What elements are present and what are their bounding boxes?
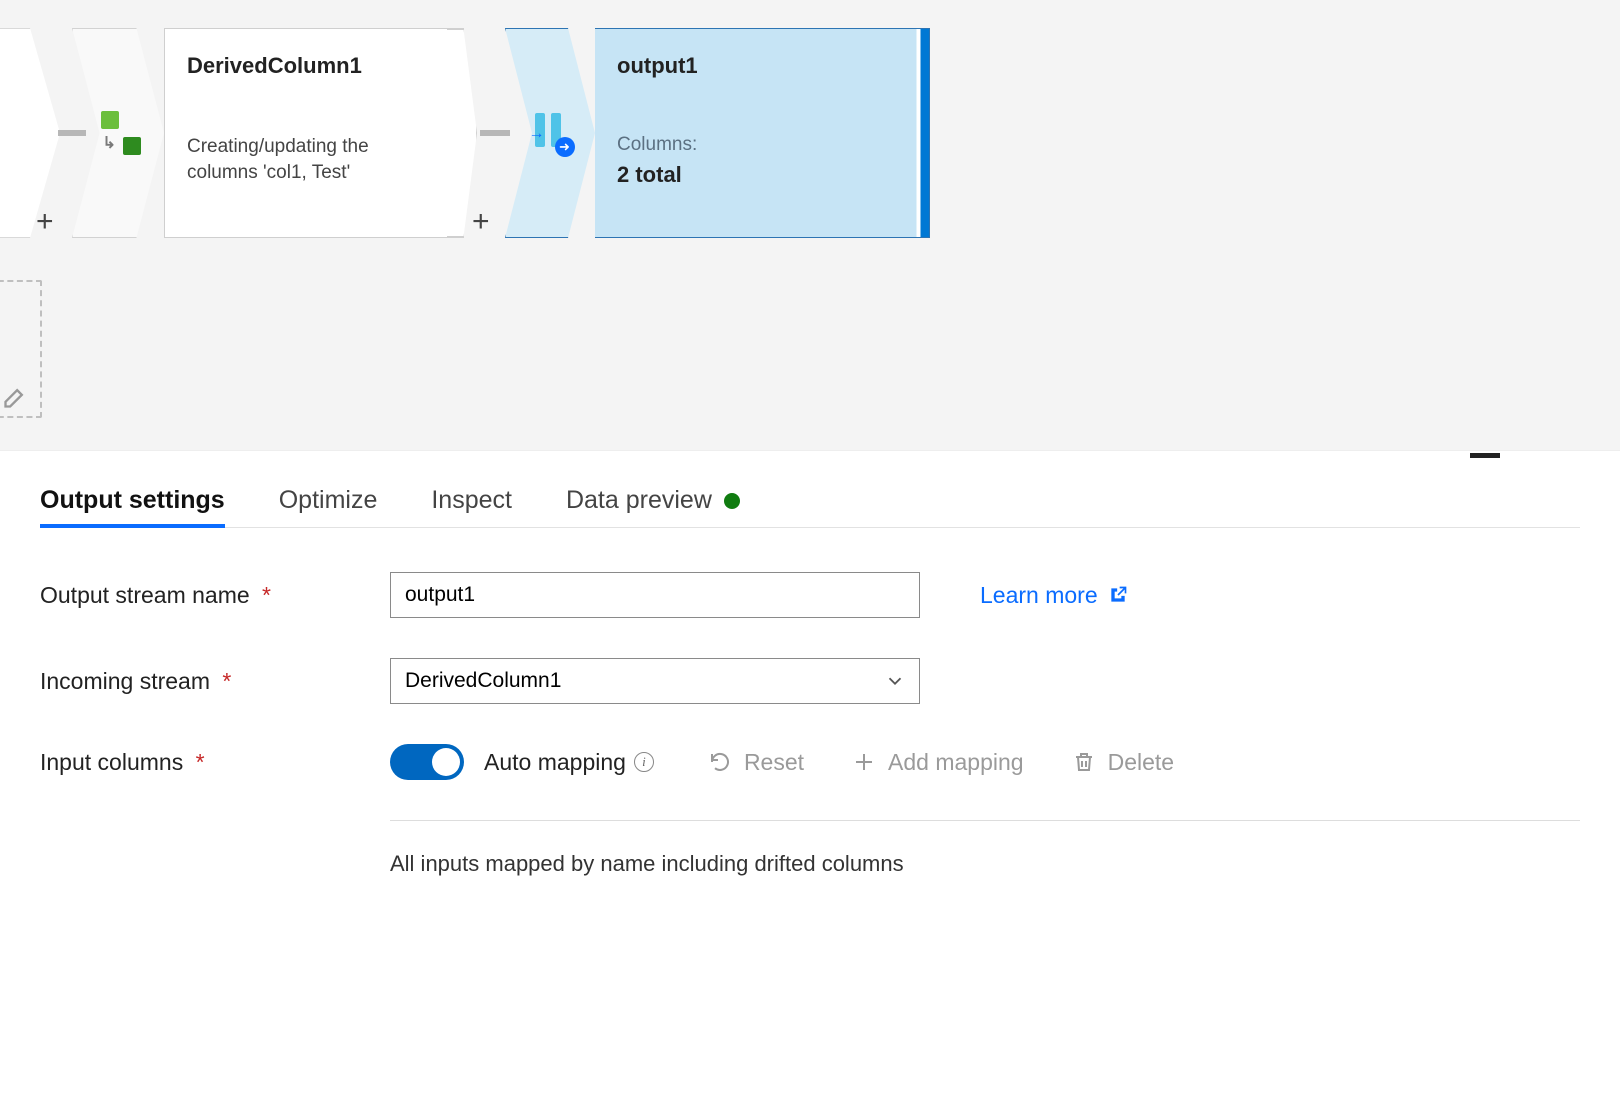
label-text: Output stream name bbox=[40, 582, 250, 608]
auto-mapping-toggle[interactable] bbox=[390, 744, 464, 780]
output-settings-form: Output stream name * Learn more Incoming… bbox=[40, 572, 1580, 877]
node-derived-icon-wrap: ↳ bbox=[72, 28, 164, 238]
tab-label: Optimize bbox=[279, 486, 378, 515]
delete-button[interactable]: Delete bbox=[1072, 749, 1174, 776]
auto-mapping-label: Auto mapping bbox=[484, 749, 626, 776]
field-label: Incoming stream * bbox=[40, 668, 390, 695]
label-text: Input columns bbox=[40, 749, 183, 775]
toggle-knob bbox=[432, 748, 460, 776]
panel-resizer[interactable] bbox=[0, 450, 1620, 462]
row-output-stream-name: Output stream name * Learn more bbox=[40, 572, 1580, 618]
settings-panel: Output settings Optimize Inspect Data pr… bbox=[0, 462, 1620, 877]
add-mapping-button[interactable]: Add mapping bbox=[852, 749, 1024, 776]
learn-more-link[interactable]: Learn more bbox=[980, 582, 1128, 609]
node-derived-column[interactable]: ↳ DerivedColumn1 Creating/updating the c… bbox=[72, 28, 464, 238]
sink-icon: →➜ bbox=[529, 111, 573, 155]
flow-canvas[interactable]: + ↳ DerivedColumn1 Creating/updating the… bbox=[0, 0, 1620, 450]
pencil-icon bbox=[2, 382, 30, 410]
reset-icon bbox=[708, 750, 732, 774]
tab-label: Output settings bbox=[40, 486, 225, 515]
node-output-columns-label: Columns: bbox=[617, 134, 886, 156]
settings-tabs: Output settings Optimize Inspect Data pr… bbox=[40, 486, 1580, 528]
tab-data-preview[interactable]: Data preview bbox=[566, 486, 740, 527]
output-stream-name-input[interactable] bbox=[390, 572, 920, 618]
tab-inspect[interactable]: Inspect bbox=[431, 486, 512, 527]
required-marker: * bbox=[196, 749, 205, 775]
reset-button[interactable]: Reset bbox=[708, 749, 804, 776]
button-label: Reset bbox=[744, 749, 804, 776]
placeholder-drop-target[interactable] bbox=[0, 280, 42, 418]
button-label: Add mapping bbox=[888, 749, 1024, 776]
tab-label: Data preview bbox=[566, 486, 712, 515]
node-output-title: output1 bbox=[617, 53, 886, 79]
node-derived-description: Creating/updating the columns 'col1, Tes… bbox=[187, 134, 441, 185]
node-output-columns-count: 2 total bbox=[617, 162, 886, 188]
node-output-icon-wrap: →➜ bbox=[505, 28, 595, 238]
panel-resizer-handle[interactable] bbox=[1470, 453, 1500, 458]
auto-mapping-hint: All inputs mapped by name including drif… bbox=[390, 851, 1580, 877]
add-step-after-button[interactable]: + bbox=[472, 205, 490, 239]
field-label: Input columns * bbox=[40, 749, 390, 776]
tab-output-settings[interactable]: Output settings bbox=[40, 486, 225, 527]
tab-optimize[interactable]: Optimize bbox=[279, 486, 378, 527]
required-marker: * bbox=[262, 582, 271, 608]
button-label: Delete bbox=[1108, 749, 1174, 776]
learn-more-text: Learn more bbox=[980, 582, 1098, 609]
node-output-endcap bbox=[908, 28, 930, 238]
section-divider bbox=[390, 820, 1580, 821]
field-label: Output stream name * bbox=[40, 582, 390, 609]
required-marker: * bbox=[222, 668, 231, 694]
info-icon[interactable]: i bbox=[634, 752, 654, 772]
mapping-actions: Reset Add mapping Delete bbox=[708, 749, 1174, 776]
row-input-columns: Input columns * Auto mapping i Reset bbox=[40, 744, 1580, 780]
incoming-stream-value[interactable] bbox=[390, 658, 920, 704]
trash-icon bbox=[1072, 750, 1096, 774]
node-output-sink[interactable]: →➜ output1 Columns: 2 total bbox=[505, 28, 930, 238]
tab-label: Inspect bbox=[431, 486, 512, 515]
add-step-before-button[interactable]: + bbox=[36, 205, 54, 239]
status-dot-icon bbox=[724, 493, 740, 509]
label-text: Incoming stream bbox=[40, 668, 210, 694]
derived-column-icon: ↳ bbox=[97, 111, 141, 155]
plus-icon bbox=[852, 750, 876, 774]
external-link-icon bbox=[1108, 585, 1128, 605]
row-incoming-stream: Incoming stream * bbox=[40, 658, 1580, 704]
incoming-stream-select[interactable] bbox=[390, 658, 920, 704]
node-derived-title: DerivedColumn1 bbox=[187, 53, 441, 79]
